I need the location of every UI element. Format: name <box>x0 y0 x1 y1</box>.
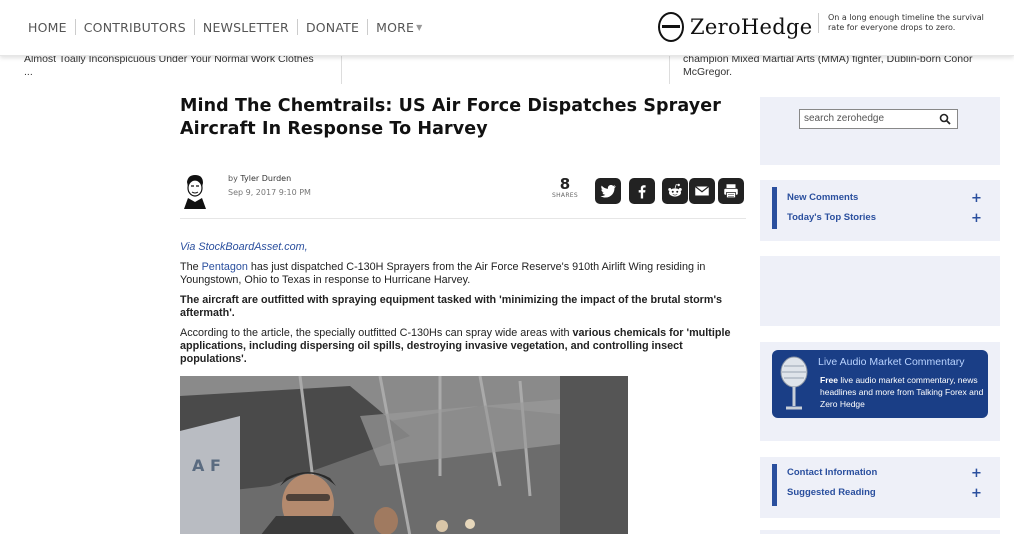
sidebar-panel-bottom <box>760 530 1000 534</box>
sidebar-links-group-1: New Comments + Today's Top Stories + <box>760 180 1000 241</box>
twitter-share-button[interactable] <box>595 178 621 204</box>
plus-icon[interactable]: + <box>971 467 982 480</box>
logo-theta-icon <box>658 12 684 42</box>
site-tagline: On a long enough timeline the survival r… <box>818 13 998 33</box>
email-share-button[interactable] <box>689 178 715 204</box>
source-link[interactable]: Via StockBoardAsset.com, <box>180 241 740 254</box>
nav-home[interactable]: HOME <box>20 20 75 35</box>
twitter-icon <box>600 184 616 198</box>
author-avatar <box>180 173 210 209</box>
audio-title: Live Audio Market Commentary <box>818 356 965 368</box>
teaser-left[interactable]: Almost Toally Inconspicuous Under Your N… <box>24 53 324 79</box>
byline-bar: by Tyler Durden Sep 9, 2017 9:10 PM 8 SH… <box>180 165 746 219</box>
audio-free-label: Free <box>820 375 838 385</box>
share-count-number: 8 <box>559 175 571 193</box>
live-audio-banner[interactable]: Live Audio Market Commentary Free live a… <box>772 350 988 418</box>
nav-newsletter[interactable]: NEWSLETTER <box>195 20 297 35</box>
audio-desc-text: live audio market commentary, news headl… <box>820 375 984 409</box>
nav-more-label: MORE <box>376 19 415 35</box>
email-icon <box>694 186 710 196</box>
print-icon <box>724 184 738 199</box>
logo-text: ZeroHedge <box>690 15 813 39</box>
author-link[interactable]: Tyler Durden <box>240 174 291 183</box>
search-field[interactable]: search zerohedge <box>799 109 958 129</box>
sidebar-item-top-stories[interactable]: Today's Top Stories <box>787 212 876 223</box>
article-photo[interactable]: A F <box>180 376 628 534</box>
chevron-down-icon: ▼ <box>416 22 423 32</box>
byline-prefix: by <box>228 174 238 183</box>
teaser-divider <box>341 56 342 84</box>
paragraph-1: The Pentagon has just dispatched C-130H … <box>180 261 740 287</box>
microphone-icon <box>780 356 808 410</box>
sidebar-audio-panel: Live Audio Market Commentary Free live a… <box>760 342 1000 441</box>
print-share-button[interactable] <box>718 178 744 204</box>
reddit-share-button[interactable] <box>662 178 688 204</box>
paragraph-1-text-a: The <box>180 261 202 273</box>
sidebar-item-new-comments[interactable]: New Comments <box>787 192 858 203</box>
site-logo[interactable]: ZeroHedge <box>658 12 812 42</box>
nav-more[interactable]: MORE ▼ <box>368 20 430 35</box>
reddit-icon <box>668 183 682 197</box>
share-count-label: SHARES <box>552 192 578 199</box>
top-navigation: HOME CONTRIBUTORS NEWSLETTER DONATE MORE… <box>0 0 1014 56</box>
paragraph-3: According to the article, the specially … <box>180 327 740 366</box>
svg-text:A F: A F <box>192 456 221 475</box>
teaser-divider <box>669 56 670 84</box>
paragraph-3-text: According to the article, the specially … <box>180 327 573 339</box>
sidebar-item-suggested-reading[interactable]: Suggested Reading <box>787 487 876 498</box>
facebook-share-button[interactable] <box>629 178 655 204</box>
search-icon[interactable] <box>939 113 951 125</box>
article-body: Via StockBoardAsset.com, The Pentagon ha… <box>180 241 740 373</box>
nav-contributors[interactable]: CONTRIBUTORS <box>76 20 194 35</box>
paragraph-1-text-b: has just dispatched C-130H Sprayers from… <box>180 261 706 286</box>
nav-donate[interactable]: DONATE <box>298 20 367 35</box>
teaser-right[interactable]: champion Mixed Martial Arts (MMA) fighte… <box>683 53 993 79</box>
sidebar-item-contact[interactable]: Contact Information <box>787 467 877 478</box>
byline-author: by Tyler Durden <box>228 174 291 183</box>
accent-bar <box>772 187 777 229</box>
publish-date: Sep 9, 2017 9:10 PM <box>228 188 311 197</box>
article: Mind The Chemtrails: US Air Force Dispat… <box>180 95 746 534</box>
article-title: Mind The Chemtrails: US Air Force Dispat… <box>180 96 721 139</box>
plus-icon[interactable]: + <box>971 487 982 500</box>
accent-bar <box>772 464 777 506</box>
paragraph-2: The aircraft are outfitted with spraying… <box>180 294 723 319</box>
sidebar-search-box: search zerohedge <box>760 97 1000 165</box>
share-count: 8 SHARES <box>550 176 580 199</box>
sidebar-empty-panel <box>760 256 1000 326</box>
plus-icon[interactable]: + <box>971 192 982 205</box>
search-input[interactable]: search zerohedge <box>804 113 884 124</box>
facebook-icon <box>638 185 646 199</box>
nav-links: HOME CONTRIBUTORS NEWSLETTER DONATE MORE… <box>20 19 430 35</box>
audio-description: Free live audio market commentary, news … <box>820 374 985 410</box>
plus-icon[interactable]: + <box>971 212 982 225</box>
sidebar-links-group-2: Contact Information + Suggested Reading … <box>760 457 1000 518</box>
pentagon-link[interactable]: Pentagon <box>202 261 248 273</box>
